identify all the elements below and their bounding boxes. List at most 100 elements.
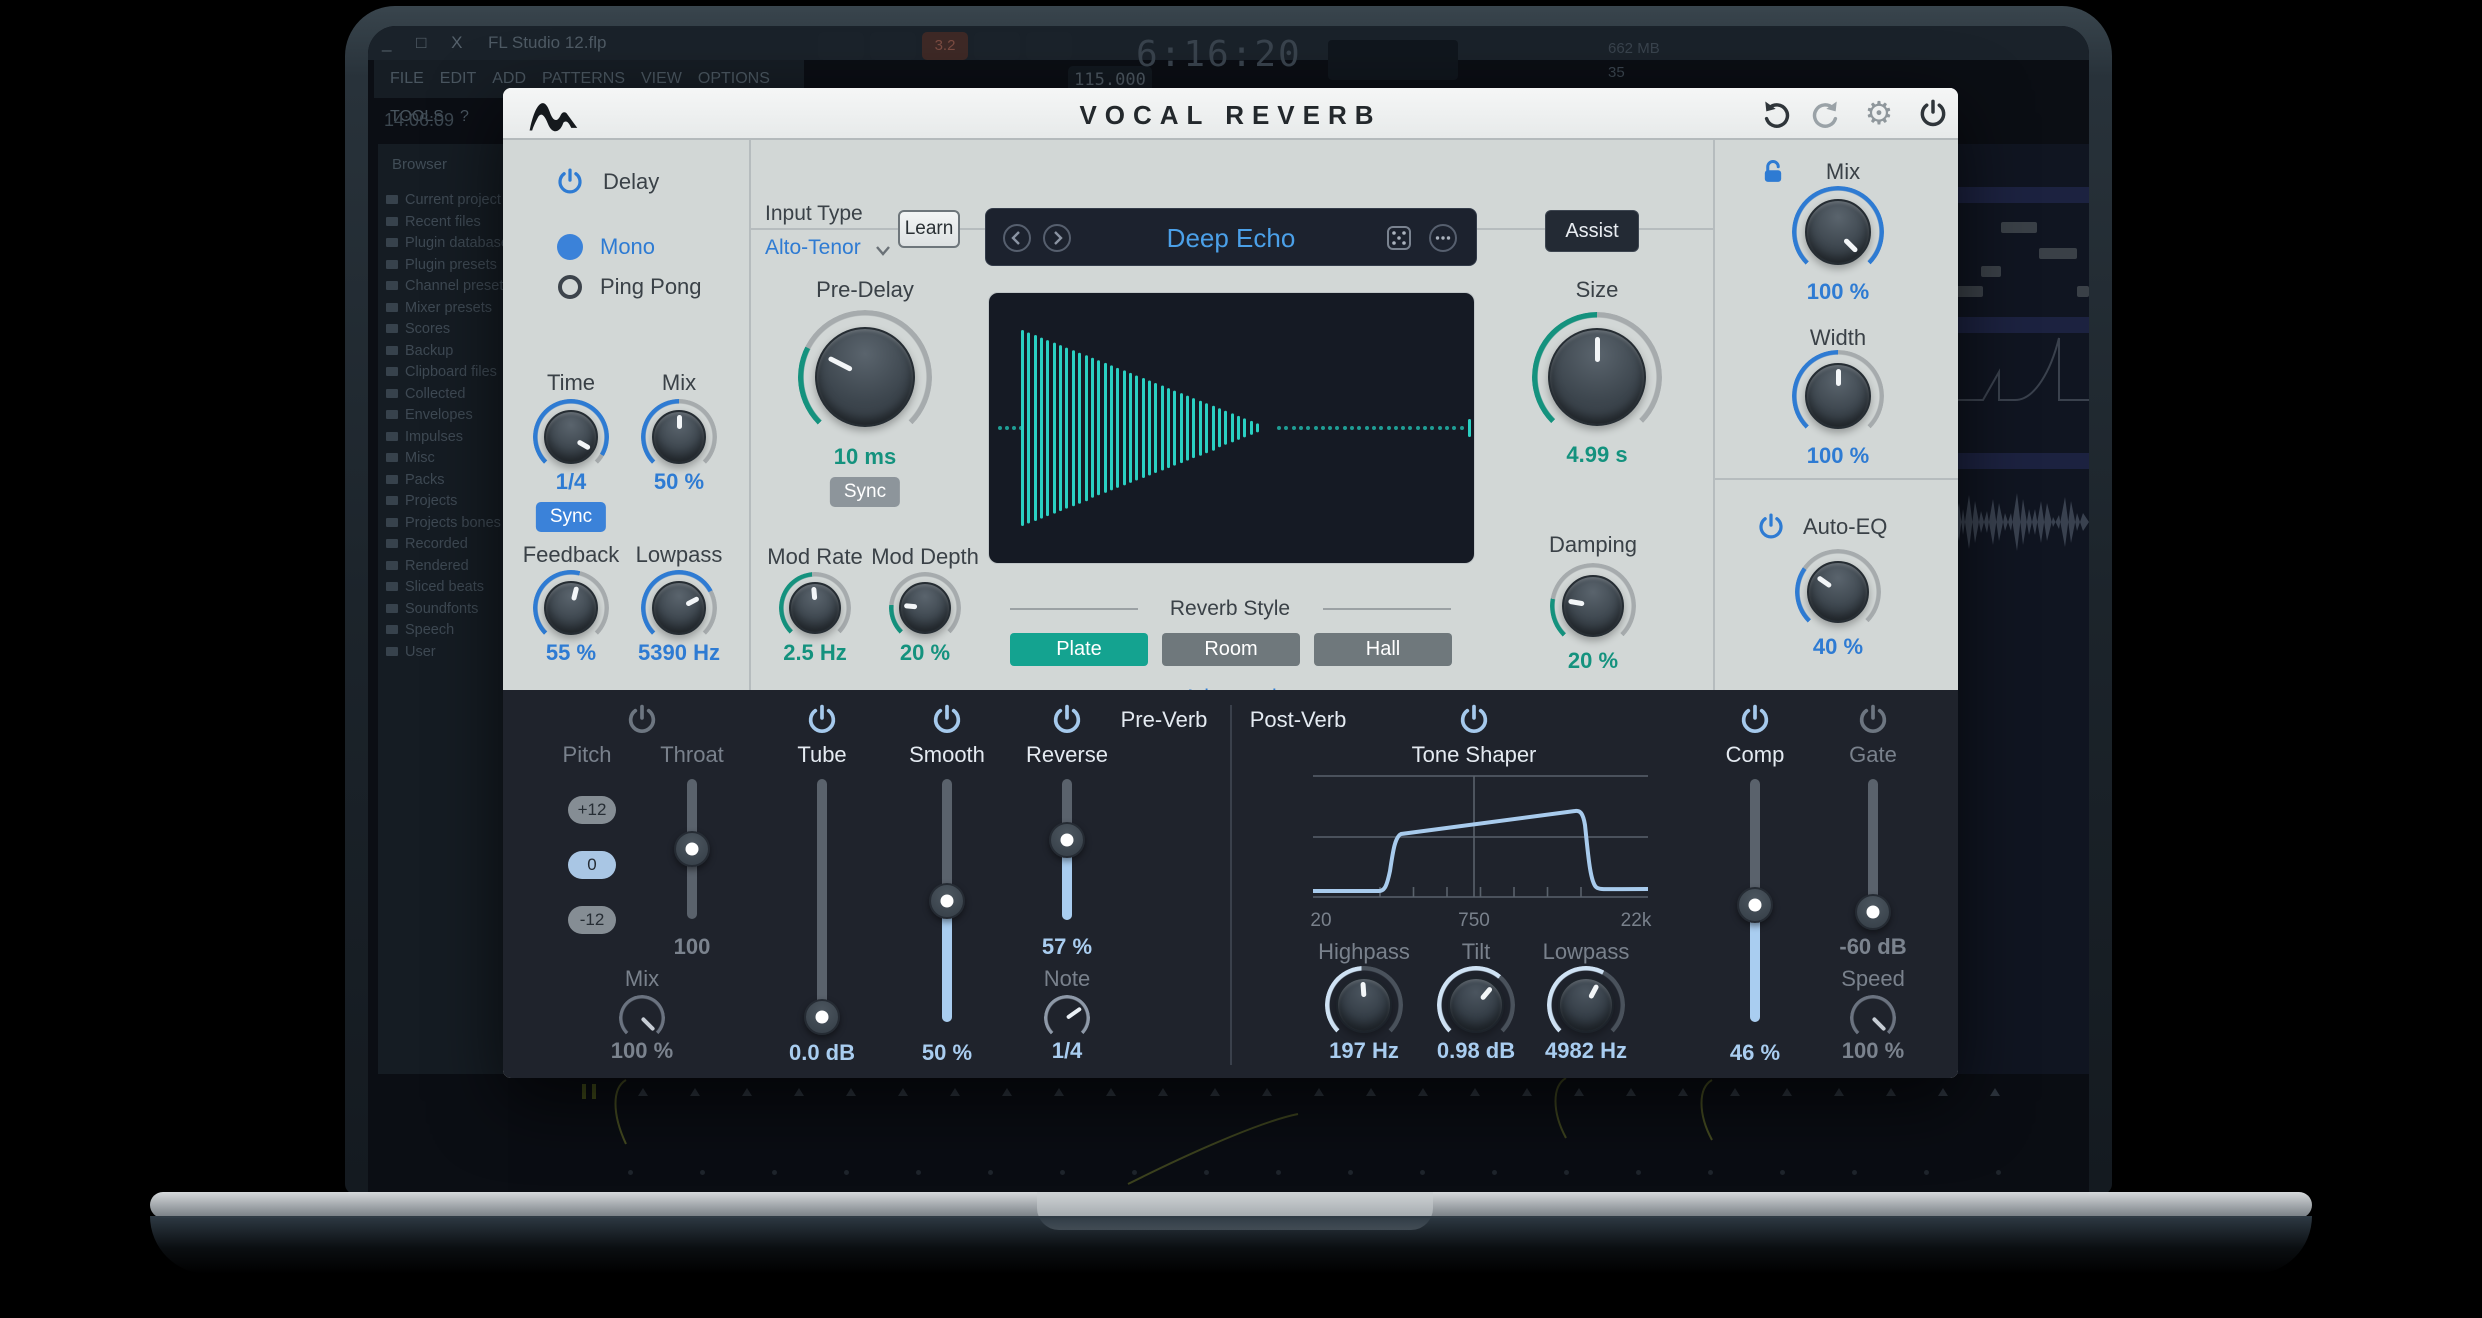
output-mix-label: Mix <box>1826 159 1860 185</box>
randomize-dice-icon[interactable] <box>1384 223 1414 253</box>
pitch-label: Pitch <box>563 742 612 768</box>
size-knob[interactable] <box>1532 312 1662 442</box>
preset-menu-icon[interactable] <box>1428 223 1458 253</box>
pitch-minus12-button[interactable]: -12 <box>568 906 616 934</box>
assist-button[interactable]: Assist <box>1545 210 1639 252</box>
width-knob[interactable] <box>1792 350 1884 442</box>
predelay-sync-button[interactable]: Sync <box>830 477 900 507</box>
redo-icon[interactable] <box>1809 98 1841 130</box>
damping-knob[interactable] <box>1550 563 1636 649</box>
pitch-plus12-button[interactable]: +12 <box>568 796 616 824</box>
pitch-zero-button[interactable]: 0 <box>568 851 616 879</box>
reverb-style-label: Reverb Style <box>1170 597 1290 621</box>
feedback-knob[interactable] <box>533 570 609 646</box>
mono-label[interactable]: Mono <box>600 234 655 260</box>
feedback-value: 55 % <box>546 640 596 666</box>
fl-browser-item[interactable]: User <box>386 644 511 666</box>
fl-menu-item[interactable]: FILE <box>390 60 424 98</box>
gate-slider[interactable] <box>1855 779 1891 922</box>
settings-gear-icon[interactable]: ⚙ <box>1863 94 1895 126</box>
folder-icon <box>386 410 398 419</box>
plugin-power-icon[interactable] <box>1917 98 1949 130</box>
tube-slider[interactable] <box>804 779 840 1030</box>
smooth-power-icon[interactable] <box>930 703 964 737</box>
speed-knob[interactable] <box>1850 995 1896 1041</box>
fl-browser-item[interactable]: Misc <box>386 450 511 472</box>
tube-label: Tube <box>797 742 846 768</box>
fl-beat-display: 3.2 <box>922 32 968 60</box>
ping-pong-radio[interactable] <box>558 275 582 299</box>
style-hall-button[interactable]: Hall <box>1314 633 1452 666</box>
comp-value: 46 % <box>1730 1040 1780 1066</box>
preset-bar: Deep Echo <box>985 208 1477 266</box>
smooth-slider[interactable] <box>929 779 965 1022</box>
delay-mix-knob[interactable] <box>641 399 717 475</box>
fl-browser-item[interactable]: Collected <box>386 386 511 408</box>
auto-eq-knob[interactable] <box>1795 549 1881 635</box>
delay-sync-button[interactable]: Sync <box>536 502 606 532</box>
gate-power-icon[interactable] <box>1856 703 1890 737</box>
fl-browser-item[interactable]: Channel presets <box>386 278 511 300</box>
fl-browser-item[interactable]: Recent files <box>386 214 511 236</box>
fl-menu-item[interactable]: ? <box>460 98 469 136</box>
fl-toolbar-icons[interactable]: 3.2 <box>818 32 1072 94</box>
folder-icon <box>386 238 398 247</box>
folder-icon <box>386 647 398 656</box>
fl-browser-item[interactable]: Scores <box>386 321 511 343</box>
fl-browser-item[interactable]: Impulses <box>386 429 511 451</box>
tone-axis-20: 20 <box>1310 910 1331 932</box>
output-mix-knob[interactable] <box>1792 186 1884 278</box>
mod-depth-value: 20 % <box>900 640 950 666</box>
mono-radio[interactable] <box>557 234 583 260</box>
lowpass-knob[interactable] <box>1547 966 1625 1044</box>
fl-browser-item[interactable]: Current project <box>386 192 511 214</box>
reverse-power-icon[interactable] <box>1050 703 1084 737</box>
throat-value: 100 <box>674 934 711 960</box>
fl-browser-item[interactable]: Backup <box>386 343 511 365</box>
note-knob[interactable] <box>1044 995 1090 1041</box>
undo-icon[interactable] <box>1761 98 1793 130</box>
input-type-dropdown[interactable]: Alto-Tenor <box>765 236 891 260</box>
fl-browser-item[interactable]: Mixer presets <box>386 300 511 322</box>
note-value: 1/4 <box>1052 1038 1083 1064</box>
pitch-mix-knob[interactable] <box>619 995 665 1041</box>
folder-icon <box>386 496 398 505</box>
delay-power-icon[interactable] <box>555 167 585 197</box>
throat-slider[interactable] <box>674 779 710 919</box>
auto-eq-power-icon[interactable] <box>1756 512 1786 542</box>
fl-browser-item[interactable]: Soundfonts <box>386 601 511 623</box>
tone-shaper-power-icon[interactable] <box>1457 703 1491 737</box>
tube-power-icon[interactable] <box>805 703 839 737</box>
fl-menu-item[interactable]: EDIT <box>440 60 476 98</box>
style-room-button[interactable]: Room <box>1162 633 1300 666</box>
mod-depth-knob[interactable] <box>889 572 961 644</box>
tone-shaper-graph[interactable] <box>1313 775 1648 898</box>
ping-pong-label[interactable]: Ping Pong <box>600 274 702 300</box>
style-plate-button[interactable]: Plate <box>1010 633 1148 666</box>
mix-lock-icon[interactable] <box>1759 158 1787 191</box>
fl-browser-item[interactable]: Plugin database <box>386 235 511 257</box>
fl-browser-item[interactable]: Plugin presets <box>386 257 511 279</box>
fl-browser-item[interactable]: Projects bones <box>386 515 511 537</box>
fl-browser-item[interactable]: Speech <box>386 622 511 644</box>
fl-window-controls[interactable]: _ □ X <box>382 26 473 60</box>
comp-slider[interactable] <box>1737 779 1773 1022</box>
fl-browser-item[interactable]: Projects <box>386 493 511 515</box>
fl-browser-item[interactable]: Sliced beats <box>386 579 511 601</box>
comp-power-icon[interactable] <box>1738 703 1772 737</box>
fl-browser-item[interactable]: Envelopes <box>386 407 511 429</box>
pitch-power-icon[interactable] <box>625 703 659 737</box>
delay-lowpass-knob[interactable] <box>641 570 717 646</box>
mod-rate-knob[interactable] <box>779 572 851 644</box>
time-knob[interactable] <box>533 399 609 475</box>
fl-browser-item[interactable]: Rendered <box>386 558 511 580</box>
fl-browser-item[interactable]: Recorded <box>386 536 511 558</box>
predelay-knob[interactable] <box>798 310 932 444</box>
fl-browser-item[interactable]: Packs <box>386 472 511 494</box>
highpass-knob[interactable] <box>1325 966 1403 1044</box>
reverse-slider[interactable] <box>1049 779 1085 920</box>
fl-browser-item[interactable]: Clipboard files <box>386 364 511 386</box>
tilt-knob[interactable] <box>1437 966 1515 1044</box>
learn-button[interactable]: Learn <box>898 210 960 248</box>
folder-icon <box>386 367 398 376</box>
